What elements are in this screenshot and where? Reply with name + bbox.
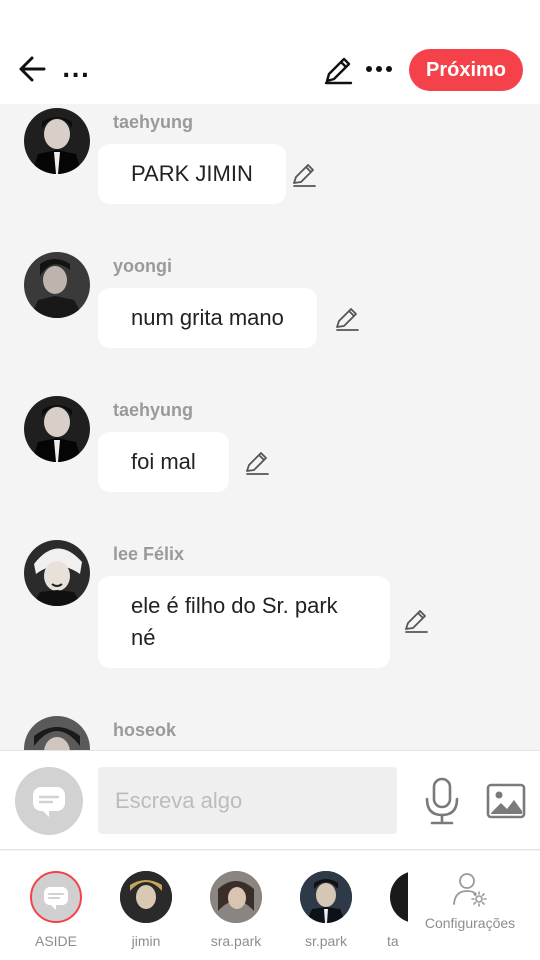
character-label: ta — [387, 933, 399, 949]
more-options-icon[interactable] — [364, 54, 394, 84]
message-author: yoongi — [113, 256, 172, 276]
chat-bubble-icon — [33, 787, 65, 817]
edit-message-icon[interactable] — [291, 162, 317, 188]
story-title: ... — [62, 58, 91, 83]
top-bar: ... Próximo — [0, 0, 540, 104]
message-bubble: num grita mano — [98, 288, 317, 348]
user-settings-icon — [453, 873, 487, 907]
character-partial[interactable]: ta — [352, 871, 408, 949]
jimin-avatar — [120, 871, 172, 923]
microphone-icon[interactable] — [424, 777, 460, 825]
chat-bubble-toggle-button[interactable] — [15, 767, 83, 835]
message-bubble: ele é filho do Sr. park né — [98, 576, 390, 668]
message-input[interactable] — [98, 767, 397, 834]
message-bubble: foi mal — [98, 432, 229, 492]
taehyung-avatar[interactable] — [24, 108, 90, 174]
character-label: sra.park — [210, 933, 262, 949]
character-selector-bar: ASIDE jimin sra.park sr.park ta Configur… — [0, 851, 540, 960]
lee-felix-avatar[interactable] — [24, 540, 90, 606]
settings-label: Configurações — [424, 915, 516, 931]
aside-avatar — [30, 871, 82, 923]
edit-message-icon[interactable] — [244, 450, 270, 476]
character-jimin[interactable]: jimin — [110, 871, 182, 949]
settings-button[interactable]: Configurações — [420, 871, 520, 931]
hoseok-avatar[interactable] — [24, 716, 90, 750]
yoongi-avatar[interactable] — [24, 252, 90, 318]
edit-message-icon[interactable] — [403, 608, 429, 634]
back-arrow-icon[interactable] — [16, 52, 50, 86]
sr-park-avatar — [300, 871, 352, 923]
character-sra-park[interactable]: sra.park — [200, 871, 272, 949]
message-author: taehyung — [113, 112, 194, 132]
chat-area: taehyung PARK JIMIN yoongi num grita man… — [0, 104, 540, 750]
edit-pencil-icon[interactable] — [322, 54, 354, 86]
edit-message-icon[interactable] — [334, 306, 360, 332]
message-bubble: PARK JIMIN — [98, 144, 286, 204]
character-label: jimin — [131, 933, 161, 949]
message-author: taehyung — [113, 400, 194, 420]
character-aside[interactable]: ASIDE — [20, 871, 92, 949]
sra-park-avatar — [210, 871, 262, 923]
next-button[interactable]: Próximo — [409, 49, 523, 91]
message-composer — [0, 750, 540, 850]
message-author: hoseok — [113, 720, 177, 740]
image-icon[interactable] — [486, 781, 526, 821]
partial-avatar — [390, 871, 408, 923]
message-author: lee Félix — [113, 544, 185, 564]
taehyung-avatar[interactable] — [24, 396, 90, 462]
character-label: ASIDE — [34, 933, 77, 949]
